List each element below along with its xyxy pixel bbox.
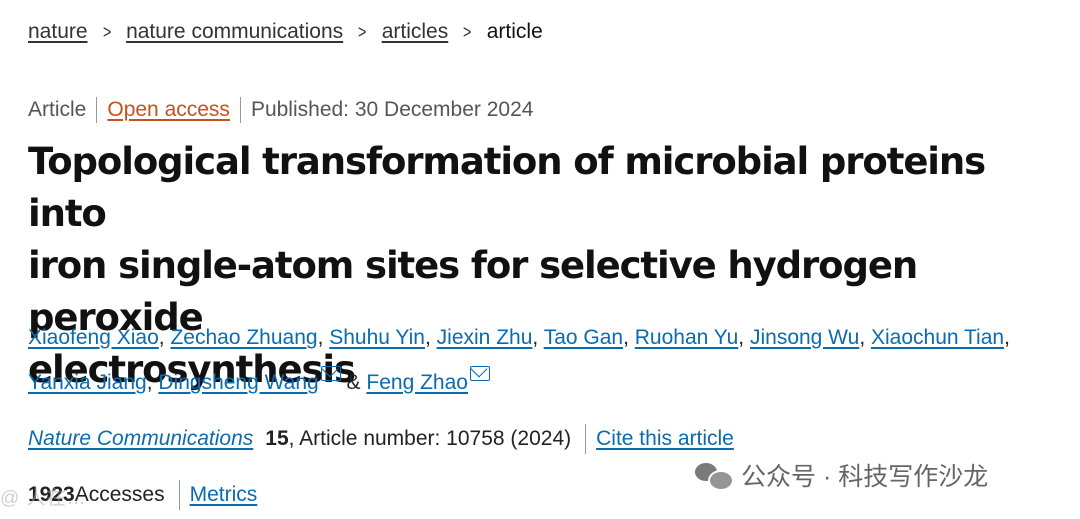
author-list: Xiaofeng Xiao, Zechao Zhuang, Shuhu Yin,… <box>28 315 1058 405</box>
author-link[interactable]: Jiexin Zhu <box>437 326 533 349</box>
article-meta: Article Open access Published: 30 Decemb… <box>28 97 533 123</box>
breadcrumb-current: article <box>486 20 543 43</box>
watermark-left: @ 人在… <box>0 488 87 509</box>
author-link[interactable]: Zechao Zhuang <box>170 326 317 349</box>
author-separator: , <box>738 326 750 349</box>
divider <box>585 424 587 454</box>
author-separator: , <box>1004 326 1010 349</box>
citation-line: Nature Communications 15 , Article numbe… <box>28 424 734 454</box>
article-type: Article <box>28 98 87 121</box>
divider <box>96 97 98 123</box>
author-separator: , <box>317 326 330 349</box>
divider <box>239 97 241 123</box>
wechat-icon <box>695 461 734 491</box>
author-separator: , <box>158 326 171 349</box>
watermark: 公众号 · 科技写作沙龙 <box>695 457 988 493</box>
volume: 15 <box>265 427 289 450</box>
breadcrumb: nature > nature communications > article… <box>28 20 543 44</box>
author-separator: , <box>532 326 544 349</box>
author-link[interactable]: Dingsheng Wang <box>158 371 318 394</box>
access-label: Accesses <box>74 483 165 506</box>
open-access-link[interactable]: Open access <box>107 98 230 122</box>
breadcrumb-nature[interactable]: nature <box>28 20 88 44</box>
breadcrumb-nature-communications[interactable]: nature communications <box>126 20 343 44</box>
author-link[interactable]: Shuhu Yin <box>329 326 425 349</box>
author-link[interactable]: Xiaochun Tian <box>871 326 1004 349</box>
envelope-icon[interactable] <box>320 366 341 381</box>
watermark-text: 公众号 · 科技写作沙龙 <box>741 463 989 491</box>
author-link[interactable]: Tao Gan <box>544 326 623 349</box>
chevron-right-icon: > <box>358 21 367 42</box>
author-separator: , <box>623 326 635 349</box>
author-separator: , <box>146 371 159 394</box>
author-link[interactable]: Yanxia Jiang <box>28 371 147 394</box>
published-date: Published: 30 December 2024 <box>250 98 534 121</box>
author-link[interactable]: Ruohan Yu <box>635 326 739 349</box>
author-separator: , <box>425 326 437 349</box>
author-separator: , <box>859 326 871 349</box>
chevron-right-icon: > <box>463 21 472 42</box>
breadcrumb-articles[interactable]: articles <box>382 20 449 44</box>
author-link[interactable]: Xiaofeng Xiao <box>28 326 159 349</box>
article-number: , Article number: 10758 (2024) <box>288 427 572 450</box>
title-line: Topological transformation of microbial … <box>28 140 986 235</box>
metrics-link[interactable]: Metrics <box>190 483 258 507</box>
cite-this-article-link[interactable]: Cite this article <box>596 427 734 451</box>
author-link[interactable]: Feng Zhao <box>366 371 468 394</box>
chevron-right-icon: > <box>102 21 112 42</box>
journal-link[interactable]: Nature Communications <box>28 427 253 451</box>
author-and: & <box>340 371 367 394</box>
divider <box>178 480 180 510</box>
author-link[interactable]: Jinsong Wu <box>750 326 859 349</box>
envelope-icon[interactable] <box>469 366 490 381</box>
